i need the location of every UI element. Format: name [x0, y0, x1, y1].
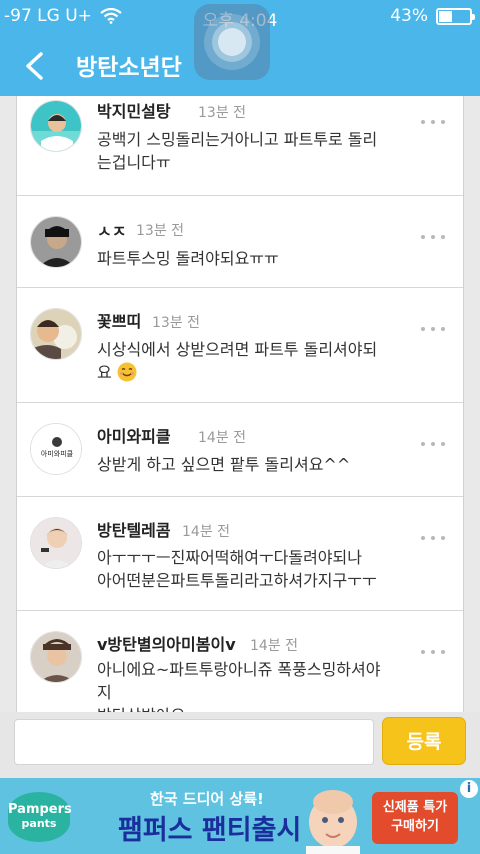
comment-time: 14분 전 — [250, 638, 299, 654]
comment-line: 지 — [97, 683, 112, 702]
comment-author: 꽃쁘띠 — [97, 312, 142, 331]
comment-time: 13분 전 — [152, 315, 201, 331]
submit-button[interactable]: 등록 — [382, 717, 466, 765]
ad-brand-line1: Pampers — [8, 802, 72, 817]
comment-author: 박지민설탕 — [97, 102, 171, 121]
battery-icon — [436, 7, 475, 25]
ad-baby-image — [306, 790, 360, 854]
avatar[interactable] — [30, 216, 82, 268]
comment-time: 14분 전 — [182, 524, 231, 540]
battery-percent: 43% — [390, 6, 428, 26]
back-button[interactable] — [14, 48, 54, 84]
avatar[interactable]: 아미와피클 — [30, 423, 82, 475]
ad-headline: 팸퍼스 팬티출시 — [118, 815, 302, 846]
comment-input[interactable] — [14, 719, 374, 765]
comment-line: 아ㅜㅜㅜㅡ진짜어떡해여ㅜ다돌려야되나 — [97, 548, 362, 567]
comment-line: 아어떤분은파트투돌리라고하셔가지구ㅜㅜ — [97, 571, 377, 590]
ad-tagline: 한국 드디어 상륙! — [150, 790, 264, 808]
comment-line: 파트투스밍 돌려야되요ㅠㅠ — [97, 249, 279, 268]
ad-cta-line1: 신제품 특가 — [382, 800, 448, 815]
smiley-icon — [117, 362, 137, 382]
comment-text: 파트투스밍 돌려야되요ㅠㅠ — [97, 247, 417, 270]
more-icon[interactable] — [421, 533, 445, 543]
more-icon[interactable] — [421, 647, 445, 657]
comment-text: 상받게 하고 싶으면 팥투 돌리셔요^^ — [97, 453, 417, 476]
comment-list[interactable]: 박지민설탕 13분 전 공백기 스밍돌리는거아니고 파트투로 돌리 는겁니다ㅠ … — [16, 96, 464, 712]
comment-item: 박지민설탕 13분 전 공백기 스밍돌리는거아니고 파트투로 돌리 는겁니다ㅠ — [17, 96, 463, 196]
comment-line: 상받게 하고 싶으면 팥투 돌리셔요^^ — [97, 455, 351, 474]
more-icon[interactable] — [421, 117, 445, 127]
comment-line: 공백기 스밍돌리는거아니고 파트투로 돌리 — [97, 130, 378, 149]
comment-author: v방탄별의아미봄이v — [97, 635, 236, 654]
more-icon[interactable] — [421, 232, 445, 242]
comment-line: 아니에요~파트투랑아니쥬 폭풍스밍하셔야 — [97, 660, 381, 679]
ad-brand-logo: Pampers pants — [8, 792, 72, 842]
comment-text: 시상식에서 상받으려면 파트투 돌리셔야되 요 — [97, 338, 417, 384]
comment-line: 요 — [97, 363, 112, 382]
comment-text: 공백기 스밍돌리는거아니고 파트투로 돌리 는겁니다ㅠ — [97, 128, 417, 174]
comment-item: 꽃쁘띠 13분 전 시상식에서 상받으려면 파트투 돌리셔야되 요 — [17, 288, 463, 403]
avatar[interactable] — [30, 517, 82, 569]
more-icon[interactable] — [421, 324, 445, 334]
ad-brand-line2: pants — [21, 817, 57, 830]
status-right: 43% — [390, 6, 475, 26]
comment-line: 방탄상받아요 — [97, 704, 417, 712]
comment-author: 아미와피클 — [97, 427, 171, 446]
comment-item: 아미와피클 아미와피클 14분 전 상받게 하고 싶으면 팥투 돌리셔요^^ — [17, 403, 463, 497]
info-icon[interactable]: i — [460, 780, 478, 798]
comment-author: ㅅㅈ — [97, 222, 127, 241]
comment-time: 14분 전 — [198, 430, 247, 446]
comment-line: 는겁니다ㅠ — [97, 153, 171, 172]
comment-input-bar: 등록 — [0, 712, 480, 778]
avatar-label: 아미와피클 — [41, 449, 74, 458]
page-title: 방탄소년단 — [76, 55, 182, 81]
comment-text: 아니에요~파트투랑아니쥬 폭풍스밍하셔야 지 방탄상받아요 — [97, 658, 417, 712]
back-icon — [26, 52, 43, 80]
assistive-touch-button[interactable] — [194, 4, 270, 80]
comment-item: ㅅㅈ 13분 전 파트투스밍 돌려야되요ㅠㅠ — [17, 196, 463, 288]
more-icon[interactable] — [421, 439, 445, 449]
comment-time: 13분 전 — [136, 223, 185, 239]
comment-line: 시상식에서 상받으려면 파트투 돌리셔야되 — [97, 340, 378, 359]
ad-cta-button[interactable]: 신제품 특가 구매하기 — [372, 792, 458, 844]
ad-cta-line2: 구매하기 — [391, 819, 439, 834]
comment-item: 방탄텔레콤 14분 전 아ㅜㅜㅜㅡ진짜어떡해여ㅜ다돌려야되나 아어떤분은파트투돌… — [17, 497, 463, 611]
comment-text: 아ㅜㅜㅜㅡ진짜어떡해여ㅜ다돌려야되나 아어떤분은파트투돌리라고하셔가지구ㅜㅜ — [97, 546, 417, 592]
comment-author: 방탄텔레콤 — [97, 521, 171, 540]
comment-item: v방탄별의아미봄이v 14분 전 아니에요~파트투랑아니쥬 폭풍스밍하셔야 지 … — [17, 611, 463, 712]
ad-banner[interactable]: Pampers pants 한국 드디어 상륙! 팸퍼스 팬티출시 신제품 특가… — [0, 778, 480, 854]
comment-time: 13분 전 — [198, 105, 247, 121]
avatar[interactable] — [30, 631, 82, 683]
avatar[interactable] — [30, 308, 82, 360]
avatar[interactable] — [30, 100, 82, 152]
